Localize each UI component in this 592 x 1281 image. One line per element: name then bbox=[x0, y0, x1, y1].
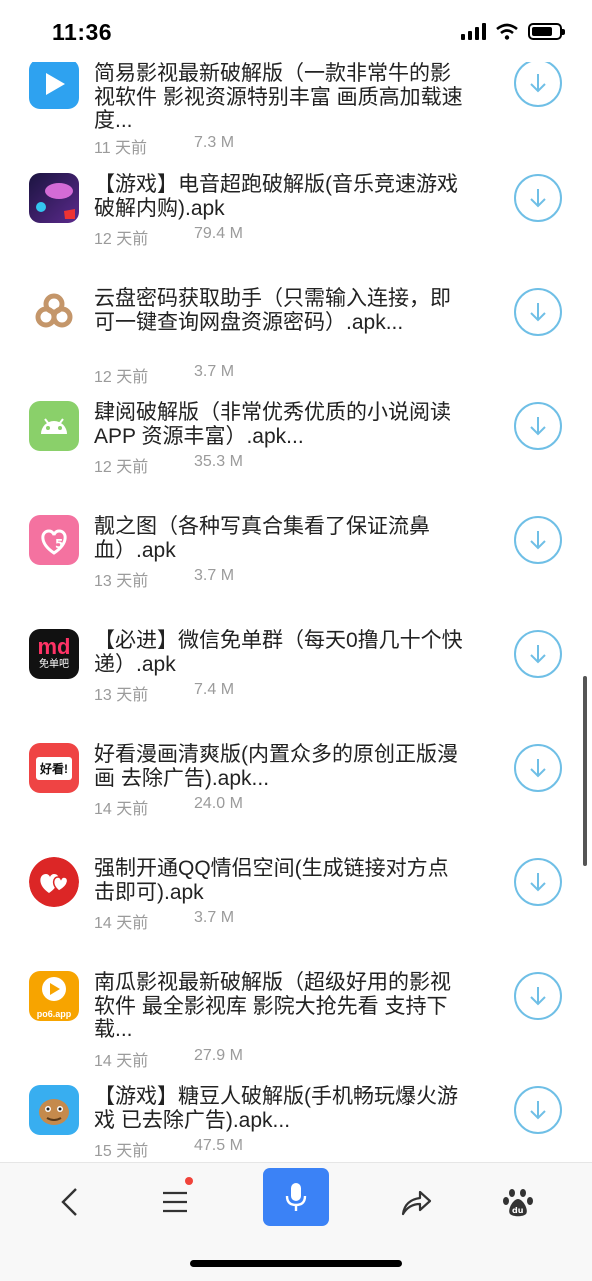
download-button[interactable] bbox=[514, 59, 562, 107]
app-size: 47.5 M bbox=[194, 1137, 243, 1154]
app-meta: 13 天前 7.4 M bbox=[94, 681, 234, 705]
download-button[interactable] bbox=[514, 174, 562, 222]
app-meta: 12 天前 35.3 M bbox=[94, 453, 243, 477]
android-icon bbox=[29, 401, 79, 451]
share-button[interactable] bbox=[386, 1177, 446, 1227]
app-date: 12 天前 bbox=[94, 369, 149, 386]
app-list: 简易影视最新破解版（一款非常牛的影视软件 影视资源特别丰富 画质高加载速度...… bbox=[0, 0, 592, 1162]
app-meta: 14 天前 24.0 M bbox=[94, 795, 243, 819]
app-title: 好看漫画清爽版(内置众多的原创正版漫画 去除广告).apk... bbox=[94, 743, 458, 790]
app-size: 27.9 M bbox=[194, 1047, 243, 1064]
app-size: 7.4 M bbox=[194, 681, 235, 698]
download-arrow-icon bbox=[530, 873, 546, 892]
app-date: 12 天前 bbox=[94, 459, 149, 476]
battery-icon bbox=[528, 22, 565, 40]
app-title: 【必进】微信免单群（每天0撸几十个快递）.apk bbox=[94, 629, 463, 676]
comic-logo-icon: 好看! bbox=[29, 743, 79, 793]
play-store-icon bbox=[29, 59, 79, 109]
status-icons bbox=[461, 22, 565, 40]
home-indicator[interactable] bbox=[190, 1260, 402, 1267]
scrollbar[interactable] bbox=[583, 676, 587, 866]
app-title: 简易影视最新破解版（一款非常牛的影视软件 影视资源特别丰富 画质高加载速度... bbox=[94, 62, 463, 132]
download-button[interactable] bbox=[514, 972, 562, 1020]
baidu-button[interactable]: du bbox=[488, 1177, 548, 1227]
share-icon bbox=[401, 1190, 432, 1216]
app-title: 【游戏】电音超跑破解版(音乐竞速游戏 破解内购).apk bbox=[94, 173, 458, 220]
app-size: 7.3 M bbox=[194, 134, 235, 151]
back-button[interactable] bbox=[40, 1177, 100, 1227]
app-date: 11 天前 bbox=[94, 140, 148, 157]
download-arrow-icon bbox=[530, 417, 546, 436]
app-title: 靓之图（各种写真合集看了保证流鼻血）.apk bbox=[94, 515, 430, 562]
app-meta: 15 天前 47.5 M bbox=[94, 1137, 243, 1161]
md-logo-subtext: 免单吧 bbox=[39, 659, 69, 670]
app-size: 79.4 M bbox=[194, 225, 243, 242]
menu-button[interactable] bbox=[145, 1177, 205, 1227]
download-button[interactable] bbox=[514, 744, 562, 792]
voice-search-button[interactable] bbox=[263, 1168, 329, 1226]
app-date: 13 天前 bbox=[94, 687, 149, 704]
app-size: 35.3 M bbox=[194, 453, 243, 470]
pumpkin-video-icon: po6.app bbox=[29, 971, 79, 1021]
notification-badge bbox=[185, 1177, 193, 1185]
app-date: 14 天前 bbox=[94, 801, 149, 818]
app-title: 强制开通QQ情侣空间(生成链接对方点击即可).apk bbox=[94, 857, 449, 904]
download-arrow-icon bbox=[530, 303, 546, 322]
download-arrow-icon bbox=[530, 1101, 546, 1120]
wifi-icon bbox=[496, 23, 518, 40]
app-size: 24.0 M bbox=[194, 795, 243, 812]
app-meta: 14 天前 3.7 M bbox=[94, 909, 234, 933]
comic-logo-text: 好看! bbox=[36, 756, 72, 780]
app-size: 3.7 M bbox=[194, 567, 235, 584]
baidu-paw-icon: du bbox=[503, 1189, 533, 1217]
app-meta: 13 天前 3.7 M bbox=[94, 567, 234, 591]
download-button[interactable] bbox=[514, 516, 562, 564]
download-arrow-icon bbox=[530, 645, 546, 664]
app-date: 15 天前 bbox=[94, 1143, 149, 1160]
app-meta: 12 天前 3.7 M bbox=[94, 363, 234, 387]
status-bar: 11:36 bbox=[0, 0, 592, 62]
svg-text:du: du bbox=[512, 1206, 524, 1215]
pumpkin-logo-text: po6.app bbox=[36, 1009, 72, 1019]
pink-heart-logo-icon: 5 bbox=[29, 515, 79, 565]
app-meta: 12 天前 79.4 M bbox=[94, 225, 243, 249]
download-button[interactable] bbox=[514, 630, 562, 678]
racing-game-icon bbox=[29, 173, 79, 223]
app-date: 13 天前 bbox=[94, 573, 149, 590]
md-logo-icon: md 免单吧 bbox=[29, 629, 79, 679]
app-title: 云盘密码获取助手（只需输入连接，即可一键查询网盘资源密码）.apk... bbox=[94, 287, 451, 334]
microphone-icon bbox=[285, 1183, 307, 1211]
svg-text:5: 5 bbox=[55, 537, 63, 551]
game-character-icon bbox=[29, 1085, 79, 1135]
app-title: 南瓜影视最新破解版（超级好用的影视软件 最全影视库 影院大抢先看 支持下载... bbox=[94, 971, 451, 1041]
md-logo-text: md bbox=[37, 634, 71, 659]
app-meta: 14 天前 27.9 M bbox=[94, 1047, 243, 1071]
download-arrow-icon bbox=[530, 531, 546, 550]
double-heart-icon bbox=[29, 857, 79, 907]
download-button[interactable] bbox=[514, 402, 562, 450]
download-button[interactable] bbox=[514, 288, 562, 336]
app-date: 12 天前 bbox=[94, 231, 149, 248]
download-button[interactable] bbox=[514, 1086, 562, 1134]
cloud-rings-icon bbox=[29, 287, 79, 337]
app-title: 【游戏】糖豆人破解版(手机畅玩爆火游戏 已去除广告).apk... bbox=[94, 1085, 458, 1132]
download-arrow-icon bbox=[530, 189, 546, 208]
download-arrow-icon bbox=[530, 759, 546, 778]
download-arrow-icon bbox=[530, 987, 546, 1006]
back-icon bbox=[61, 1188, 77, 1216]
status-time: 11:36 bbox=[52, 19, 113, 45]
app-size: 3.7 M bbox=[194, 909, 235, 926]
app-size: 3.7 M bbox=[194, 363, 235, 380]
cellular-signal-icon bbox=[461, 22, 486, 40]
app-date: 14 天前 bbox=[94, 915, 149, 932]
download-arrow-icon bbox=[530, 74, 546, 93]
app-date: 14 天前 bbox=[94, 1053, 149, 1070]
app-meta: 11 天前 7.3 M bbox=[94, 134, 234, 158]
download-button[interactable] bbox=[514, 858, 562, 906]
app-title: 肆阅破解版（非常优秀优质的小说阅读APP 资源丰富）.apk... bbox=[94, 401, 451, 448]
menu-icon bbox=[163, 1191, 187, 1213]
